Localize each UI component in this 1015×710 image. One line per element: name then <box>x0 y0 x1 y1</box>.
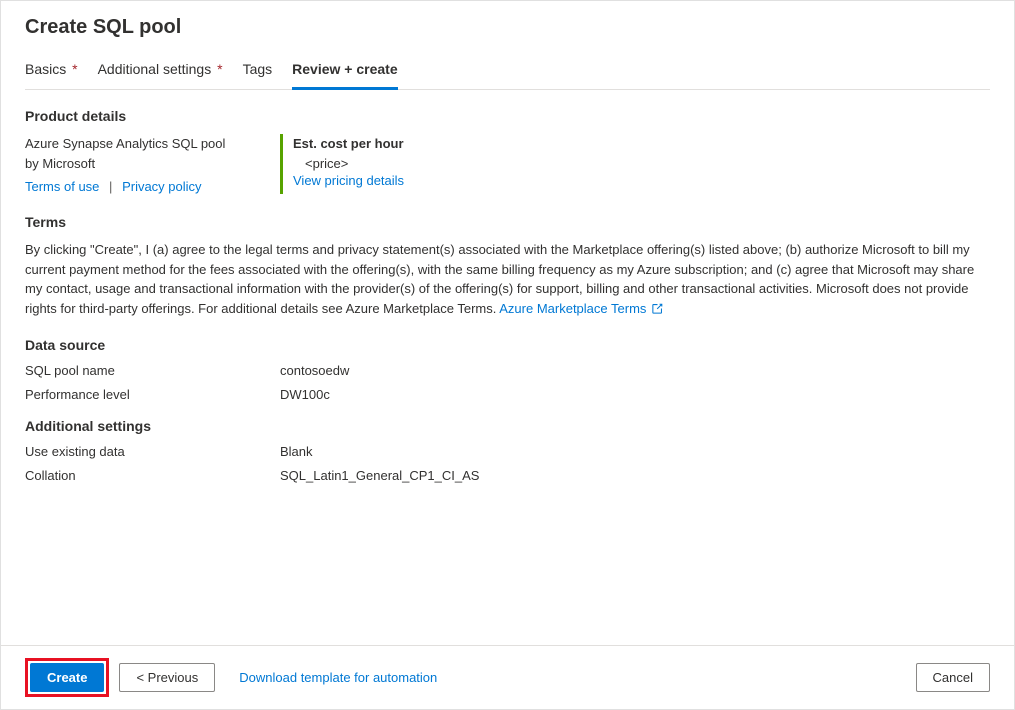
use-existing-data-key: Use existing data <box>25 444 280 459</box>
link-divider: | <box>109 179 112 194</box>
tab-additional-settings[interactable]: Additional settings * <box>98 51 223 89</box>
tabs-bar: Basics * Additional settings * Tags Revi… <box>25 51 990 90</box>
row-performance-level: Performance level DW100c <box>25 387 990 402</box>
data-source-heading: Data source <box>25 337 990 353</box>
footer-bar: Create < Previous Download template for … <box>1 645 1014 709</box>
tab-basics-label: Basics <box>25 61 66 77</box>
previous-button[interactable]: < Previous <box>119 663 215 692</box>
use-existing-data-value: Blank <box>280 444 313 459</box>
cost-label: Est. cost per hour <box>293 134 404 154</box>
tab-review-create[interactable]: Review + create <box>292 51 397 90</box>
performance-level-value: DW100c <box>280 387 330 402</box>
sql-pool-name-key: SQL pool name <box>25 363 280 378</box>
cancel-button[interactable]: Cancel <box>916 663 990 692</box>
section-terms: Terms By clicking "Create", I (a) agree … <box>25 214 990 319</box>
tab-tags[interactable]: Tags <box>243 51 273 89</box>
create-button-highlight: Create <box>25 658 109 697</box>
sql-pool-name-value: contosoedw <box>280 363 349 378</box>
terms-of-use-link[interactable]: Terms of use <box>25 179 99 194</box>
row-use-existing-data: Use existing data Blank <box>25 444 990 459</box>
required-asterisk: * <box>217 61 222 77</box>
page-title: Create SQL pool <box>25 16 990 39</box>
azure-marketplace-terms-link[interactable]: Azure Marketplace Terms <box>499 301 663 316</box>
required-asterisk: * <box>72 61 77 77</box>
row-collation: Collation SQL_Latin1_General_CP1_CI_AS <box>25 468 990 483</box>
external-link-icon <box>652 300 663 320</box>
tab-review-label: Review + create <box>292 61 397 77</box>
performance-level-key: Performance level <box>25 387 280 402</box>
collation-value: SQL_Latin1_General_CP1_CI_AS <box>280 468 479 483</box>
product-name: Azure Synapse Analytics SQL pool <box>25 134 280 154</box>
tab-basics[interactable]: Basics * <box>25 51 78 89</box>
privacy-policy-link[interactable]: Privacy policy <box>122 179 201 194</box>
marketplace-link-text: Azure Marketplace Terms <box>499 301 646 316</box>
cost-box: Est. cost per hour <price> View pricing … <box>280 134 404 194</box>
product-details-heading: Product details <box>25 108 990 124</box>
section-data-source: Data source SQL pool name contosoedw Per… <box>25 337 990 402</box>
collation-key: Collation <box>25 468 280 483</box>
tab-additional-label: Additional settings <box>98 61 212 77</box>
terms-heading: Terms <box>25 214 990 230</box>
cost-price: <price> <box>305 154 404 174</box>
section-product-details: Product details Azure Synapse Analytics … <box>25 108 990 194</box>
additional-settings-heading: Additional settings <box>25 418 990 434</box>
tab-tags-label: Tags <box>243 61 273 77</box>
product-by-line: by Microsoft <box>25 154 280 174</box>
row-sql-pool-name: SQL pool name contosoedw <box>25 363 990 378</box>
view-pricing-details-link[interactable]: View pricing details <box>293 173 404 188</box>
section-additional-settings: Additional settings Use existing data Bl… <box>25 418 990 483</box>
terms-body: By clicking "Create", I (a) agree to the… <box>25 240 990 319</box>
download-template-link[interactable]: Download template for automation <box>239 670 437 685</box>
create-button[interactable]: Create <box>30 663 104 692</box>
